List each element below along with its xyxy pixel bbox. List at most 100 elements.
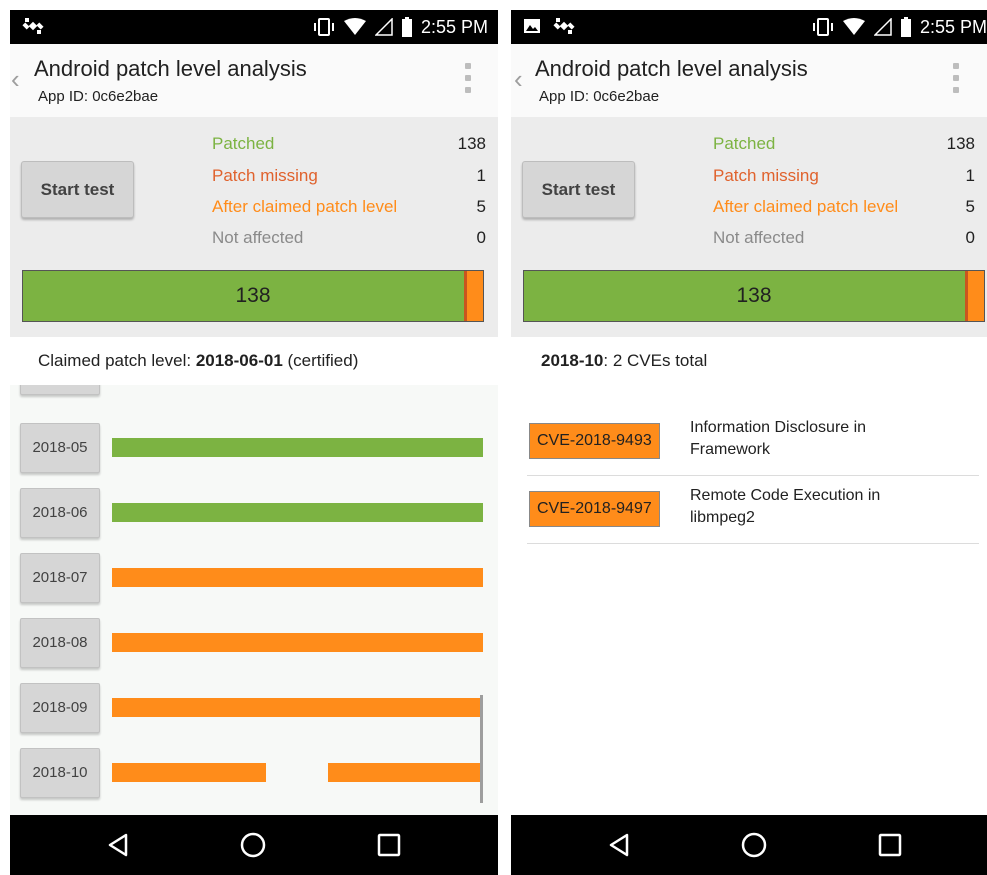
recents-square-icon[interactable] bbox=[374, 830, 404, 860]
battery-icon bbox=[900, 17, 911, 37]
cve-row[interactable]: CVE-2018-9493 Information Disclosure in … bbox=[527, 409, 979, 476]
wifi-icon bbox=[343, 18, 366, 36]
timeline-bar bbox=[112, 763, 266, 782]
stat-patched: Patched 138 bbox=[212, 133, 486, 155]
scrollbar[interactable] bbox=[480, 695, 483, 803]
timeline-bar bbox=[112, 503, 483, 522]
timeline-bar bbox=[112, 633, 483, 652]
signal-icon bbox=[873, 18, 892, 36]
app-title: Android patch level analysis bbox=[535, 56, 808, 81]
cve-id-badge[interactable]: CVE-2018-9497 bbox=[529, 491, 660, 527]
timeline-row[interactable]: 2018-07 bbox=[10, 553, 498, 603]
timeline-row[interactable]: 2018-05 bbox=[10, 423, 498, 473]
stat-value-after: 5 bbox=[965, 197, 975, 216]
app-id: App ID: 0c6e2bae bbox=[539, 88, 660, 105]
app-bar: ‹ Android patch level analysis App ID: 0… bbox=[10, 44, 498, 118]
timeline-row-partial bbox=[10, 385, 498, 395]
stat-missing: Patch missing 1 bbox=[713, 165, 975, 187]
home-circle-icon[interactable] bbox=[238, 830, 268, 860]
stat-label-missing: Patch missing bbox=[212, 166, 318, 185]
left-screen: 2:55 PM ‹ Android patch level analysis A… bbox=[10, 10, 498, 875]
nav-bar bbox=[10, 815, 498, 875]
cve-description-line: Information Disclosure in bbox=[690, 419, 867, 436]
stat-label-missing: Patch missing bbox=[713, 166, 819, 185]
patch-summary-bar: 138 bbox=[22, 270, 484, 322]
app-bar: ‹ Android patch level analysis App ID: 0… bbox=[511, 44, 987, 118]
cve-description-line: libmpeg2 bbox=[690, 509, 755, 526]
timeline-row[interactable]: 2018-09 bbox=[10, 683, 498, 733]
battery-icon bbox=[401, 17, 412, 37]
claimed-patch-level: Claimed patch level: 2018-06-01 (certifi… bbox=[10, 337, 498, 385]
cve-description: Information Disclosure in Framework bbox=[690, 417, 970, 461]
back-triangle-icon[interactable] bbox=[104, 830, 134, 860]
back-triangle-icon[interactable] bbox=[605, 830, 635, 860]
bar-label: 138 bbox=[235, 284, 271, 307]
summary-panel: Start test Patched 138 Patch missing 1 A… bbox=[511, 117, 987, 337]
stat-label-after: After claimed patch level bbox=[212, 197, 398, 216]
nav-bar bbox=[511, 815, 987, 875]
start-test-button[interactable]: Start test bbox=[21, 161, 134, 218]
image-icon bbox=[523, 17, 541, 35]
clock: 2:55 PM bbox=[420, 16, 488, 37]
app-title: Android patch level analysis bbox=[34, 56, 307, 81]
timeline-bar bbox=[112, 568, 483, 587]
stat-value-patched: 138 bbox=[457, 134, 486, 153]
stat-value-not-affected: 0 bbox=[476, 228, 486, 247]
stat-patched: Patched 138 bbox=[713, 133, 975, 155]
stat-missing: Patch missing 1 bbox=[212, 165, 486, 187]
stat-label-after: After claimed patch level bbox=[713, 197, 899, 216]
stat-label-patched: Patched bbox=[212, 134, 275, 153]
cve-row[interactable]: CVE-2018-9497 Remote Code Execution in l… bbox=[527, 477, 979, 544]
month-button[interactable]: 2018-06 bbox=[20, 488, 100, 538]
summary-panel: Start test Patched 138 Patch missing 1 A… bbox=[10, 117, 498, 337]
signal-icon bbox=[374, 18, 393, 36]
cve-id-badge[interactable]: CVE-2018-9493 bbox=[529, 423, 660, 459]
month-detail-header: 2018-10: 2 CVEs total bbox=[511, 337, 987, 394]
cve-description-line: Remote Code Execution in bbox=[690, 487, 881, 504]
month-button[interactable]: 2018-08 bbox=[20, 618, 100, 668]
claimed-prefix: Claimed patch level: bbox=[38, 351, 196, 370]
timeline-row[interactable]: 2018-06 bbox=[10, 488, 498, 538]
stat-after: After claimed patch level 5 bbox=[212, 196, 486, 218]
stat-value-after: 5 bbox=[476, 197, 486, 216]
satellite-icon bbox=[22, 15, 44, 37]
overflow-menu-icon[interactable] bbox=[953, 63, 959, 93]
month-button-partial[interactable] bbox=[20, 385, 100, 395]
month-button[interactable]: 2018-05 bbox=[20, 423, 100, 473]
month-button[interactable]: 2018-07 bbox=[20, 553, 100, 603]
vibrate-icon bbox=[812, 17, 834, 37]
month-button[interactable]: 2018-10 bbox=[20, 748, 100, 798]
overflow-menu-icon[interactable] bbox=[465, 63, 471, 93]
cve-list: CVE-2018-9493 Information Disclosure in … bbox=[511, 393, 987, 815]
right-screen: 2:55 PM ‹ Android patch level analysis A… bbox=[511, 10, 987, 875]
bar-label: 138 bbox=[736, 284, 772, 307]
cve-description: Remote Code Execution in libmpeg2 bbox=[690, 485, 970, 529]
home-circle-icon[interactable] bbox=[739, 830, 769, 860]
timeline-row[interactable]: 2018-08 bbox=[10, 618, 498, 668]
month-detail-month: 2018-10 bbox=[541, 351, 604, 370]
stat-not-affected: Not affected 0 bbox=[713, 227, 975, 249]
month-detail-summary: : 2 CVEs total bbox=[603, 351, 708, 370]
status-bar: 2:55 PM bbox=[511, 10, 987, 44]
status-bar: 2:55 PM bbox=[10, 10, 498, 44]
timeline-row[interactable]: 2018-10 bbox=[10, 748, 498, 798]
start-test-button[interactable]: Start test bbox=[522, 161, 635, 218]
vibrate-icon bbox=[313, 17, 335, 37]
stat-label-not-affected: Not affected bbox=[212, 228, 304, 247]
timeline-bar bbox=[328, 763, 483, 782]
app-id: App ID: 0c6e2bae bbox=[38, 88, 159, 105]
patch-timeline: 2018-05 2018-06 2018-07 2018-08 2018-09 … bbox=[10, 385, 498, 815]
satellite-icon bbox=[553, 15, 575, 37]
wifi-icon bbox=[842, 18, 865, 36]
patch-summary-bar: 138 bbox=[523, 270, 985, 322]
clock: 2:55 PM bbox=[919, 16, 987, 37]
chevron-left-icon[interactable]: ‹ bbox=[11, 66, 20, 92]
stat-value-missing: 1 bbox=[965, 166, 975, 185]
claimed-suffix: (certified) bbox=[282, 351, 359, 370]
timeline-bar bbox=[112, 698, 483, 717]
chevron-left-icon[interactable]: ‹ bbox=[514, 66, 523, 92]
recents-square-icon[interactable] bbox=[875, 830, 905, 860]
month-button[interactable]: 2018-09 bbox=[20, 683, 100, 733]
stat-value-patched: 138 bbox=[946, 134, 975, 153]
cve-description-line: Framework bbox=[690, 441, 771, 458]
